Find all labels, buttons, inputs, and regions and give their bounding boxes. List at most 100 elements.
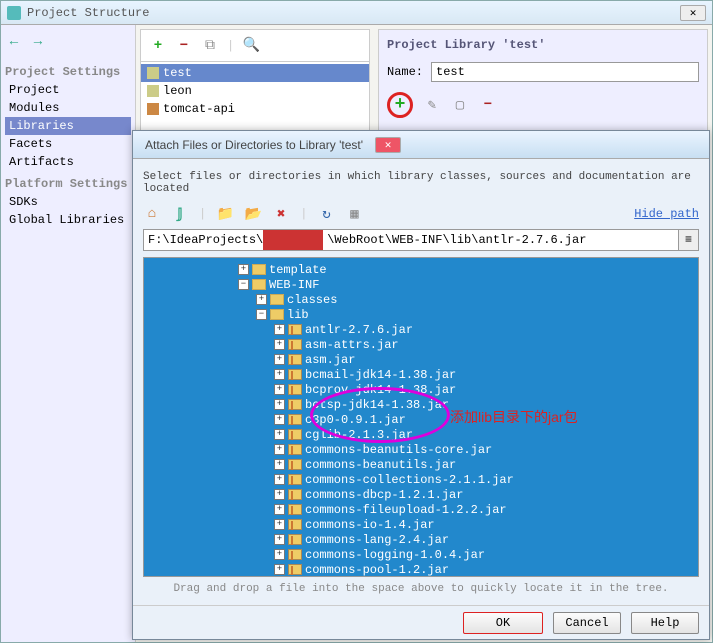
collapse-icon[interactable]: − xyxy=(238,279,249,290)
jar-icon xyxy=(288,429,302,440)
library-name-input[interactable] xyxy=(431,62,699,82)
expand-icon[interactable]: + xyxy=(274,324,285,335)
jar-icon xyxy=(288,369,302,380)
dialog-close-button[interactable]: ✕ xyxy=(375,137,401,153)
tree-node-commons-dbcp-1-2-1-jar[interactable]: +commons-dbcp-1.2.1.jar xyxy=(144,487,698,502)
expand-icon[interactable]: + xyxy=(274,474,285,485)
cancel-button[interactable]: Cancel xyxy=(553,612,621,634)
expand-icon[interactable]: + xyxy=(274,504,285,515)
copy-library-button[interactable]: ⧉ xyxy=(201,37,219,55)
tree-node-classes[interactable]: + classes xyxy=(144,292,698,307)
expand-icon[interactable]: + xyxy=(274,459,285,470)
tree-node-commons-beanutils-core-jar[interactable]: + commons-beanutils-core.jar xyxy=(144,442,698,457)
tree-node-web-inf[interactable]: − WEB-INF xyxy=(144,277,698,292)
jar-icon xyxy=(288,474,302,485)
tree-node-asm-attrs-jar[interactable]: +asm-attrs.jar xyxy=(144,337,698,352)
tree-node-antlr-2-7-6-jar[interactable]: +antlr-2.7.6.jar xyxy=(144,322,698,337)
library-item-leon[interactable]: leon xyxy=(141,82,369,100)
expand-icon[interactable]: + xyxy=(274,444,285,455)
path-input-box: F:\IdeaProjects\ ≡ xyxy=(143,229,699,251)
main-titlebar: Project Structure ✕ xyxy=(1,1,712,25)
folder-icon[interactable]: 📂 xyxy=(244,205,262,223)
annotation-text: 添加lib目录下的jar包 xyxy=(450,407,578,427)
expand-icon[interactable]: + xyxy=(274,399,285,410)
tree-label: asm.jar xyxy=(305,353,355,367)
show-hidden-icon[interactable]: ▦ xyxy=(345,205,363,223)
expand-icon[interactable]: + xyxy=(274,384,285,395)
home-icon[interactable]: ⌂ xyxy=(143,205,161,223)
tree-node-commons-beanutils-jar[interactable]: +commons-beanutils.jar xyxy=(144,457,698,472)
expand-icon[interactable]: + xyxy=(274,564,285,575)
close-window-button[interactable]: ✕ xyxy=(680,5,706,21)
jar-icon xyxy=(288,519,302,530)
collapse-icon[interactable]: − xyxy=(256,309,267,320)
refresh-icon[interactable]: ↻ xyxy=(317,205,335,223)
library-item-test[interactable]: test xyxy=(141,64,369,82)
jar-icon xyxy=(288,399,302,410)
sidebar-item-facets[interactable]: Facets xyxy=(5,135,131,153)
tree-node-commons-fileupload-1-2-2-jar[interactable]: +commons-fileupload-1.2.2.jar xyxy=(144,502,698,517)
tree-node-commons-lang-2-4-jar[interactable]: +commons-lang-2.4.jar xyxy=(144,532,698,547)
expand-icon[interactable]: + xyxy=(274,354,285,365)
jar-icon xyxy=(288,489,302,500)
tree-node-commons-io-1-4-jar[interactable]: +commons-io-1.4.jar xyxy=(144,517,698,532)
sidebar-item-artifacts[interactable]: Artifacts xyxy=(5,153,131,171)
search-button[interactable]: 🔍 xyxy=(242,37,260,55)
help-button[interactable]: Help xyxy=(631,612,699,634)
path-history-button[interactable]: ≡ xyxy=(678,230,698,250)
sidebar-item-modules[interactable]: Modules xyxy=(5,99,131,117)
jar-icon xyxy=(288,534,302,545)
tree-node-lib[interactable]: − lib xyxy=(144,307,698,322)
expand-icon[interactable]: + xyxy=(274,534,285,545)
tree-footer-hint: Drag and drop a file into the space abov… xyxy=(143,583,699,595)
back-button[interactable]: ← xyxy=(5,33,23,51)
ok-button[interactable]: OK xyxy=(463,612,543,634)
tree-label: classes xyxy=(287,293,337,307)
jar-icon xyxy=(288,384,302,395)
remove-item-button[interactable]: − xyxy=(479,96,497,114)
library-icon xyxy=(147,85,159,97)
expand-icon[interactable]: + xyxy=(274,414,285,425)
forward-button[interactable]: → xyxy=(29,33,47,51)
sidebar-item-global-libraries[interactable]: Global Libraries xyxy=(5,211,131,229)
tree-node-commons-pool-1-2-jar[interactable]: +commons-pool-1.2.jar xyxy=(144,562,698,577)
folder-icon xyxy=(270,309,284,320)
add-item-button[interactable]: + xyxy=(387,92,413,118)
library-item-tomcat-api[interactable]: tomcat-api xyxy=(141,100,369,118)
project-icon[interactable]: 𝕁 xyxy=(171,205,189,223)
expand-icon[interactable]: + xyxy=(238,264,249,275)
window-title: Project Structure xyxy=(27,6,149,20)
up-item-button[interactable]: ▢ xyxy=(451,96,469,114)
expand-icon[interactable]: + xyxy=(274,429,285,440)
sidebar-item-libraries[interactable]: Libraries xyxy=(5,117,131,135)
expand-icon[interactable]: + xyxy=(256,294,267,305)
tree-label: lib xyxy=(287,308,309,322)
tree-node-asm-jar[interactable]: + asm.jar xyxy=(144,352,698,367)
expand-icon[interactable]: + xyxy=(274,519,285,530)
edit-item-button[interactable]: ✎ xyxy=(423,96,441,114)
folder-icon xyxy=(270,294,284,305)
delete-icon[interactable]: ✖ xyxy=(272,205,290,223)
expand-icon[interactable]: + xyxy=(274,549,285,560)
remove-library-button[interactable]: − xyxy=(175,37,193,55)
tree-label: commons-beanutils-core.jar xyxy=(305,443,492,457)
hide-path-link[interactable]: Hide path xyxy=(634,207,699,221)
expand-icon[interactable]: + xyxy=(274,369,285,380)
new-folder-icon[interactable]: 📁 xyxy=(216,205,234,223)
expand-icon[interactable]: + xyxy=(274,489,285,500)
sidebar-item-sdks[interactable]: SDKs xyxy=(5,193,131,211)
dialog-hint: Select files or directories in which lib… xyxy=(143,171,699,195)
annotation-circle xyxy=(310,387,450,443)
sidebar-item-project[interactable]: Project xyxy=(5,81,131,99)
expand-icon[interactable]: + xyxy=(274,339,285,350)
tree-node-commons-logging-1-0-4-jar[interactable]: +commons-logging-1.0.4.jar xyxy=(144,547,698,562)
tree-node-commons-collections-2-1-1-jar[interactable]: +commons-collections-2.1.1.jar xyxy=(144,472,698,487)
jar-icon xyxy=(288,324,302,335)
tree-node-bcmail-jdk14-1-38-jar[interactable]: +bcmail-jdk14-1.38.jar xyxy=(144,367,698,382)
add-library-button[interactable]: + xyxy=(149,37,167,55)
tree-label: WEB-INF xyxy=(269,278,319,292)
jar-icon xyxy=(288,444,302,455)
library-label: tomcat-api xyxy=(163,102,235,116)
path-input[interactable] xyxy=(323,230,678,250)
tree-node-template[interactable]: +template xyxy=(144,262,698,277)
